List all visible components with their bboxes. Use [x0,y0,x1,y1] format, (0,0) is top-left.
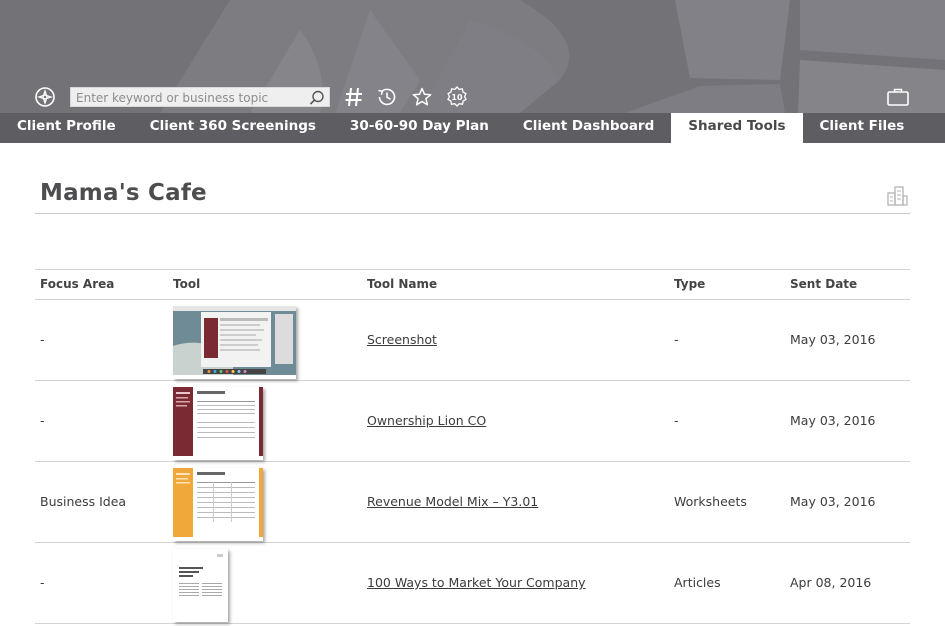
focus-area-cell: - [40,575,45,590]
header-sent-date: Sent Date [790,277,858,291]
header-tool: Tool [173,277,201,291]
header-type: Type [674,277,706,291]
toolbar: 10 [0,84,945,112]
header-banner: 10 [0,0,945,113]
shared-tools-table: Focus Area Tool Tool Name Type Sent Date… [35,269,910,624]
nav-tabs: Client Profile Client 360 Screenings 30-… [0,113,945,143]
search-icon[interactable] [308,89,326,107]
building-icon[interactable] [886,184,908,206]
tab-shared-tools[interactable]: Shared Tools [671,113,803,143]
search-box [70,87,330,107]
compass-icon[interactable] [32,84,58,110]
star-icon[interactable] [409,84,435,110]
history-icon[interactable] [374,84,400,110]
briefcase-icon[interactable] [885,84,911,110]
page-title: Mama's Cafe [40,180,207,206]
badge-10-icon[interactable]: 10 [444,84,470,110]
ownership-document-thumbnail[interactable] [173,387,263,460]
type-cell: - [674,332,679,347]
tab-client-dashboard[interactable]: Client Dashboard [506,113,671,143]
header-tool-name: Tool Name [367,277,438,291]
sent-date-cell: May 03, 2016 [790,494,876,509]
tool-name-link[interactable]: Screenshot [367,332,437,347]
table-row: - 100 Ways to Market Your Company Articl… [35,543,910,624]
tool-name-link[interactable]: Ownership Lion CO [367,413,486,428]
search-input[interactable] [76,89,304,106]
svg-text:10: 10 [451,93,463,102]
table-row: - Screenshot - May 03, 2016 [35,300,910,381]
page-header: Mama's Cafe [35,180,910,214]
hashtag-icon[interactable] [341,84,367,110]
focus-area-cell: - [40,332,45,347]
header-focus-area: Focus Area [40,277,115,291]
type-cell: Worksheets [674,494,747,509]
tab-client-files[interactable]: Client Files [803,113,922,143]
tool-name-link[interactable]: 100 Ways to Market Your Company [367,575,586,590]
tab-client-profile[interactable]: Client Profile [0,113,133,143]
screenshot-thumbnail[interactable] [173,306,296,379]
type-cell: Articles [674,575,721,590]
article-thumbnail[interactable] [173,549,228,622]
tab-30-60-90-day-plan[interactable]: 30-60-90 Day Plan [333,113,506,143]
focus-area-cell: - [40,413,45,428]
revenue-worksheet-thumbnail[interactable] [173,468,263,541]
type-cell: - [674,413,679,428]
focus-area-cell: Business Idea [40,494,127,509]
table-row: Business Idea Revenue Model Mix – Y3.01 … [35,462,910,543]
tool-name-link[interactable]: Revenue Model Mix – Y3.01 [367,494,538,509]
sent-date-cell: Apr 08, 2016 [790,575,872,590]
sent-date-cell: May 03, 2016 [790,413,876,428]
tab-client-360-screenings[interactable]: Client 360 Screenings [133,113,333,143]
table-row: - Ownership Lion CO - May 03, 2016 [35,381,910,462]
sent-date-cell: May 03, 2016 [790,332,876,347]
table-header: Focus Area Tool Tool Name Type Sent Date [35,270,910,300]
